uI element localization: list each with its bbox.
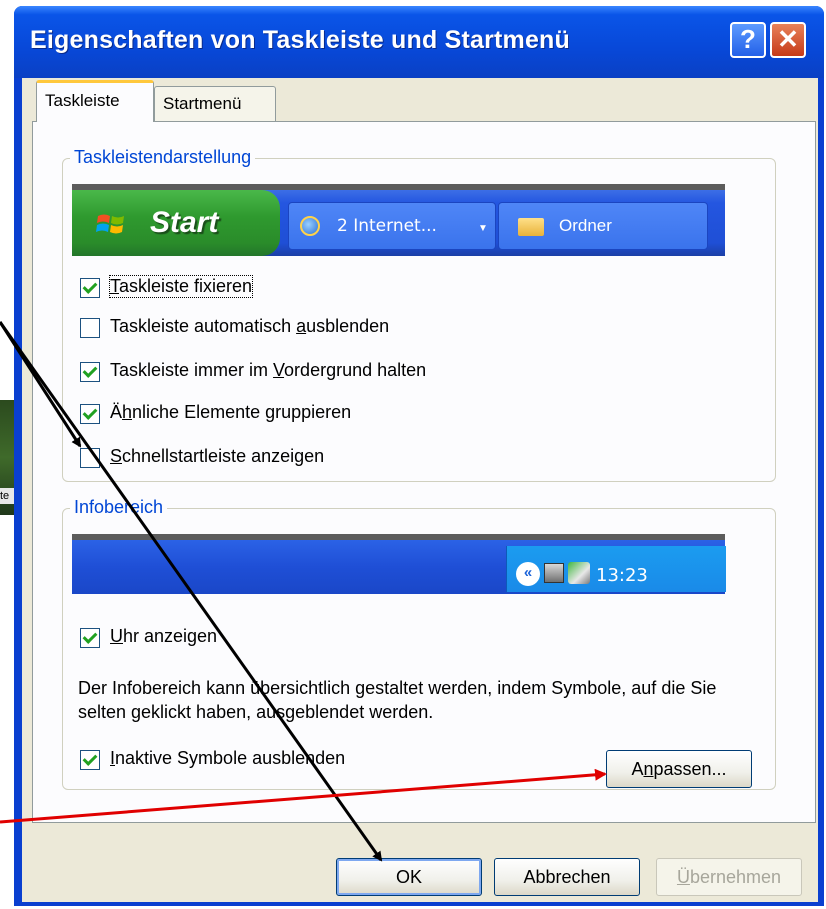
- annotation-arrow-ok: [0, 321, 383, 862]
- annotation-arrow-anpassen: [0, 768, 607, 824]
- tab-taskleiste[interactable]: Taskleiste: [36, 80, 154, 122]
- annotation-overlay: [0, 321, 607, 862]
